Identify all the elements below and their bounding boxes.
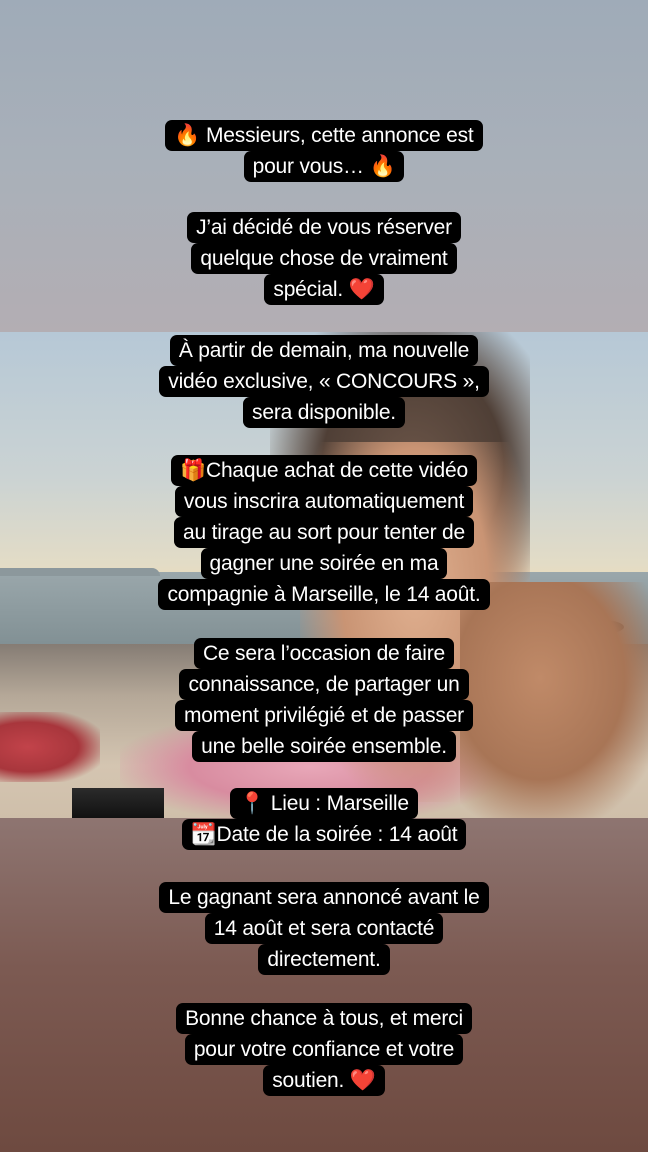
caption-line: 🔥 Messieurs, cette annonce est (165, 120, 483, 151)
caption-line: au tirage au sort pour tenter de (174, 517, 474, 548)
caption-line: Ce sera l’occasion de faire (193, 638, 455, 669)
caption-line: vidéo exclusive, « CONCOURS », (159, 366, 489, 397)
caption-line: spécial. ❤️ (264, 274, 384, 305)
story-captions: 🔥 Messieurs, cette annonce est pour vous… (0, 0, 648, 1152)
caption-line: une belle soirée ensemble. (192, 731, 456, 762)
caption-line: Le gagnant sera annoncé avant le (159, 882, 489, 913)
caption-line: sera disponible. (243, 397, 405, 428)
caption-video: À partir de demain, ma nouvelle vidéo ex… (0, 335, 648, 428)
caption-line: directement. (258, 944, 390, 975)
caption-location-date: 📍 Lieu : Marseille 📆Date de la soirée : … (0, 788, 648, 850)
date-line: 📆Date de la soirée : 14 août (181, 819, 467, 850)
caption-line: compagnie à Marseille, le 14 août. (158, 579, 490, 610)
caption-line: 🎁Chaque achat de cette vidéo (171, 455, 477, 486)
caption-line: gagner une soirée en ma (200, 548, 448, 579)
caption-line: J’ai décidé de vous réserver (187, 212, 461, 243)
caption-contest: 🎁Chaque achat de cette vidéo vous inscri… (0, 455, 648, 610)
caption-line: vous inscrira automatiquement (174, 486, 474, 517)
caption-line: À partir de demain, ma nouvelle (169, 335, 479, 366)
caption-winner: Le gagnant sera annoncé avant le 14 août… (0, 882, 648, 975)
caption-line: Bonne chance à tous, et merci (176, 1003, 472, 1034)
caption-intro: 🔥 Messieurs, cette annonce est pour vous… (0, 120, 648, 182)
caption-line: moment privilégié et de passer (175, 700, 473, 731)
caption-line: pour vous… 🔥 (243, 151, 405, 182)
caption-line: 14 août et sera contacté (204, 913, 444, 944)
caption-line: connaissance, de partager un (179, 669, 469, 700)
location-line: 📍 Lieu : Marseille (230, 788, 418, 819)
caption-line: quelque chose de vraiment (191, 243, 457, 274)
caption-occasion: Ce sera l’occasion de faire connaissance… (0, 638, 648, 762)
caption-good-luck: Bonne chance à tous, et merci pour votre… (0, 1003, 648, 1096)
caption-special: J’ai décidé de vous réserver quelque cho… (0, 212, 648, 305)
caption-line: soutien. ❤️ (263, 1065, 385, 1096)
caption-line: pour votre confiance et votre (184, 1034, 464, 1065)
